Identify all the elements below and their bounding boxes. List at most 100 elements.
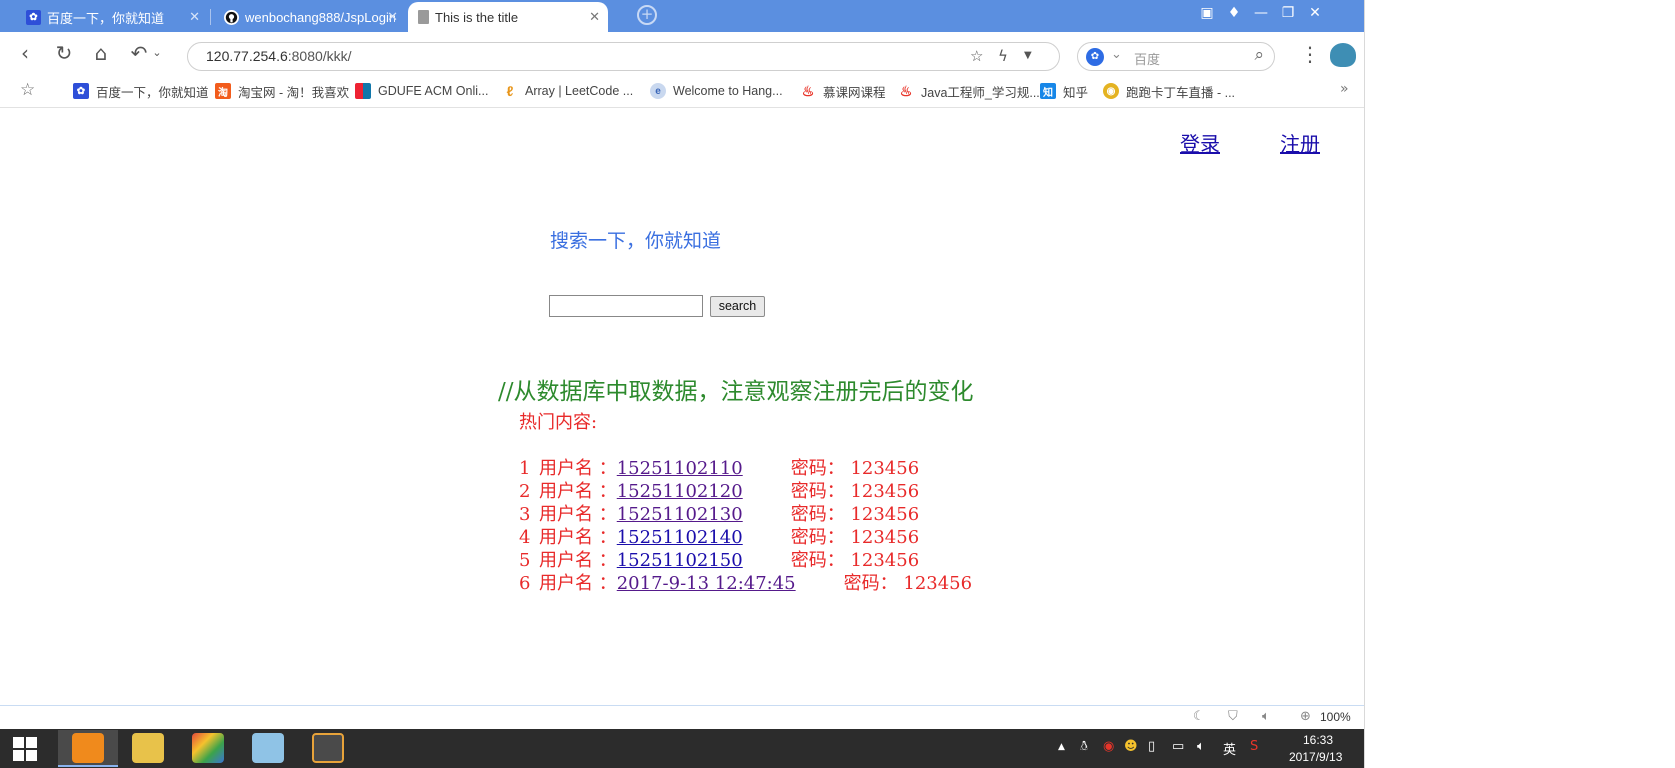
password-value: 123456 [850,527,920,548]
reload-icon[interactable]: ↻ [51,40,77,66]
bookmark-item[interactable]: ♨ Java工程师_学习规... [898,82,1040,100]
list-item: 2 用户名 ：15251102120 密码： 123456 [519,477,1079,502]
taobao-icon: 淘 [215,83,231,99]
zhihu-icon: 知 [1040,83,1056,99]
star-icon[interactable]: ☆ [20,80,35,100]
home-icon[interactable]: ⌂ [88,40,114,66]
chevron-down-icon[interactable]: ⌄ [1111,47,1122,62]
moon-night-mode-icon[interactable]: ☾ [1193,709,1205,724]
smiley-icon[interactable]: ☻ [1124,739,1138,754]
lightning-icon[interactable]: ϟ [998,47,1008,65]
window-close-icon[interactable]: ✕ [1304,2,1326,24]
start-pane [26,737,37,748]
bookmark-label: 淘宝网 - 淘！我喜欢 [238,85,350,100]
tray-expand-icon[interactable]: ▲ [1058,742,1065,752]
baidu-paw-icon: ✿ [26,9,41,25]
bookmark-item[interactable]: e Welcome to Hang... [650,82,783,100]
bookmark-item[interactable]: 知 知乎 [1040,82,1088,100]
bookmark-item[interactable]: ℓ Array | LeetCode ... [502,82,633,100]
qq-penguin-icon[interactable]: 🐧︎ [1080,739,1088,755]
chevron-down-icon[interactable]: ⌄ [144,40,170,66]
speaker-icon[interactable]: 🔈︎ [1262,709,1270,724]
security-icon[interactable]: ◉ [1103,739,1114,754]
bookmark-label: 知乎 [1063,85,1089,100]
chevron-right-double-icon[interactable]: » [1340,81,1349,97]
login-link[interactable]: 登录 [1180,128,1220,157]
search-engine-placeholder: 百度 [1134,53,1161,68]
phone-icon[interactable]: ▣ [1196,2,1218,24]
tab-title: 百度一下，你就知道 [47,10,165,26]
document-icon [418,10,429,24]
bookmark-item[interactable]: ✿ 百度一下，你就知道 [73,82,209,100]
search-input[interactable] [549,295,703,317]
search-engine-box[interactable]: ✿ ⌄ 百度 ⌕ [1077,42,1275,71]
back-arrow-icon[interactable]: ‹ [12,40,38,66]
close-tab-icon[interactable]: ✕ [387,9,398,25]
dropdown-triangle-icon[interactable]: ▼ [1024,50,1032,61]
file-explorer-taskbar-icon[interactable] [118,730,178,767]
minimize-icon[interactable]: — [1250,2,1272,24]
menu-dots-icon[interactable]: ⋮ [1300,41,1320,67]
tab-strip: ✿ 百度一下，你就知道 ✕ wenbochang888/JspLogin ✕ T… [0,0,1364,32]
avatar[interactable] [1330,43,1356,67]
list-item: 4 用户名 ：15251102140 密码： 123456 [519,523,1079,548]
bookmark-star-icon[interactable]: ☆ [970,47,983,65]
colorful-app-icon [192,733,224,763]
close-tab-icon[interactable]: ✕ [589,9,600,25]
clock-time[interactable]: 16:33 [1303,733,1333,747]
username-link[interactable]: 2017-9-13 12:47:45 [617,573,796,594]
windows-start-icon[interactable] [0,729,52,768]
github-icon [224,9,239,25]
bookmarks-bar: ☆ ✿ 百度一下，你就知道 淘 淘宝网 - 淘！我喜欢 GDUFE ACM On… [0,74,1364,108]
close-tab-icon[interactable]: ✕ [189,9,200,25]
shield-icon[interactable]: ⛉ [1228,709,1238,724]
username-link[interactable]: 15251102150 [617,550,743,571]
notepad-taskbar-icon[interactable] [238,730,298,767]
zoom-icon[interactable]: ⊕ [1300,709,1311,724]
skin-shirt-icon[interactable]: ♦ [1223,2,1245,24]
ime-language-indicator[interactable]: 英 [1223,739,1236,758]
clock-date[interactable]: 2017/9/13 [1289,750,1342,764]
desktop-background [1364,0,1675,768]
baidu-paw-icon[interactable]: ✿ [1086,48,1104,66]
sublime-taskbar-icon[interactable] [298,730,358,767]
sogou-input-icon[interactable]: S [1250,739,1258,754]
tab-baidu[interactable]: ✿ 百度一下，你就知道 ✕ [16,2,208,32]
restore-icon[interactable]: ❐ [1277,2,1299,24]
password-value: 123456 [850,481,920,502]
row-index: 2 [519,481,531,502]
globe-icon: e [650,83,666,99]
search-button[interactable]: search [710,296,765,317]
address-bar[interactable]: 120.77.254.6:8080/kkk/ ☆ ϟ ▼ [187,42,1060,71]
baidu-paw-icon: ✿ [73,83,89,99]
username-label: 用户名 ： [539,573,617,594]
url-path: :8080/kkk/ [287,48,352,64]
network-icon[interactable]: ▭ [1172,739,1184,754]
list-item: 5 用户名 ：15251102150 密码： 123456 [519,546,1079,571]
hot-content-heading: 热门内容: [519,412,598,433]
volume-icon[interactable]: 🔈︎ [1197,739,1205,754]
bookmark-item[interactable]: 淘 淘宝网 - 淘！我喜欢 [215,82,349,100]
zoom-level[interactable]: 100% [1320,710,1351,724]
tab-github[interactable]: wenbochang888/JspLogin ✕ [214,2,406,32]
search-icon[interactable]: ⌕ [1254,45,1264,65]
bookmark-item[interactable]: ◉ 跑跑卡丁车直播 - ... [1103,82,1235,100]
bookmark-label: Array | LeetCode ... [525,84,634,98]
bookmark-item[interactable]: GDUFE ACM Onli... [355,82,488,100]
username-link[interactable]: 15251102140 [617,527,743,548]
url-text[interactable]: 120.77.254.6:8080/kkk/ [206,48,352,64]
new-tab-plus-icon[interactable]: + [637,5,657,25]
username-link[interactable]: 15251102130 [617,504,743,525]
username-link[interactable]: 15251102110 [617,458,743,479]
username-link[interactable]: 15251102120 [617,481,743,502]
db-comment-text: //从数据库中取数据，注意观察注册完后的变化 [498,379,974,405]
tab-current-page[interactable]: This is the title ✕ [408,2,608,32]
page-slogan: 搜索一下，你就知道 [550,230,722,252]
bookmark-item[interactable]: ♨ 慕课网课程 [800,82,886,100]
app-taskbar-icon[interactable] [178,730,238,767]
device-icon[interactable]: ▯ [1148,739,1155,754]
register-link[interactable]: 注册 [1280,128,1320,157]
page-content: 登录 注册 搜索一下，你就知道 search //从数据库中取数据，注意观察注册… [0,108,1364,705]
uc-browser-taskbar-icon[interactable] [58,730,118,767]
browser-toolbar: ‹ ↻ ⌂ ↶ ⌄ 120.77.254.6:8080/kkk/ ☆ ϟ ▼ ✿… [0,32,1364,74]
